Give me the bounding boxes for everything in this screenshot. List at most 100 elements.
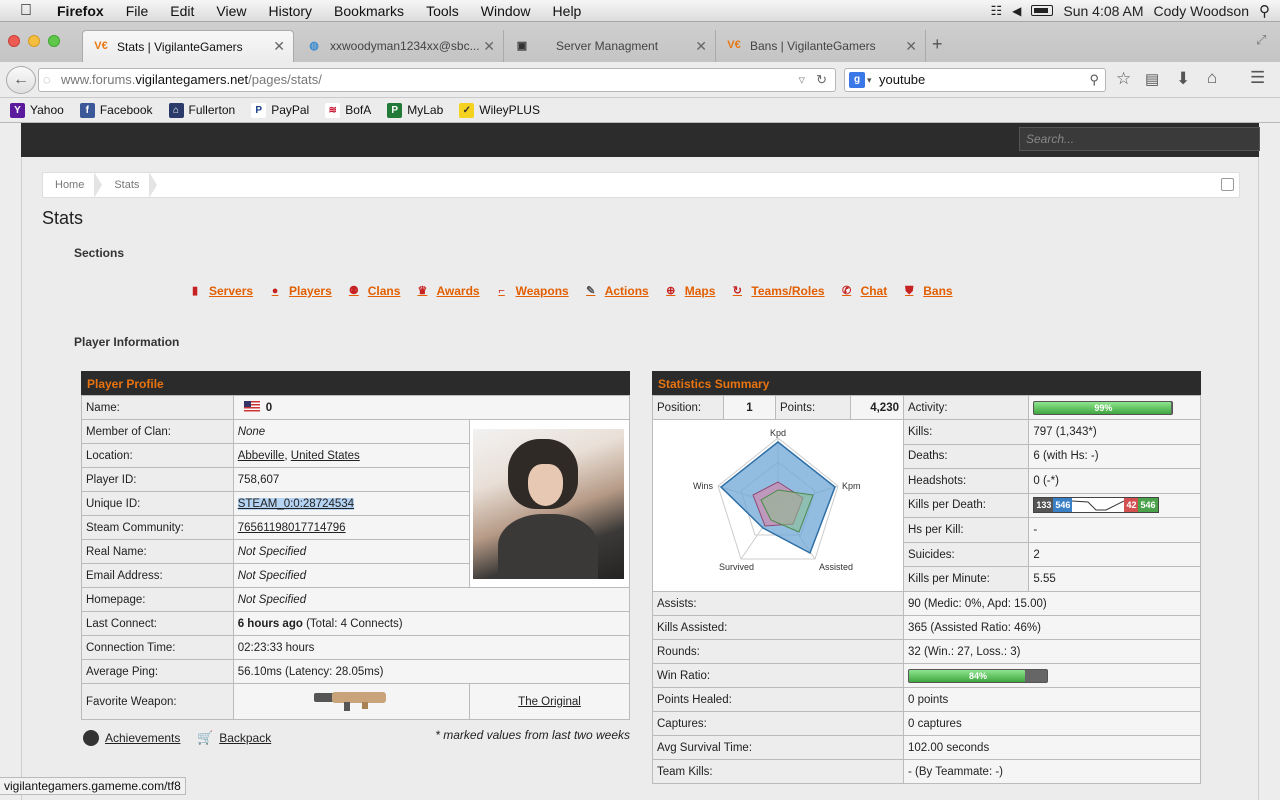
section-actions[interactable]: ✎ Actions xyxy=(583,283,649,299)
fullscreen-icon[interactable]: ⤢ xyxy=(1256,32,1266,48)
new-tab-button[interactable]: + xyxy=(932,34,943,55)
kills-per-death-cell: 133 546 42 546 xyxy=(1028,492,1201,519)
back-button[interactable]: ← xyxy=(6,66,36,94)
clans-icon: ⚉ xyxy=(348,285,359,297)
tab-server-management[interactable]: ▣ Server Managment ✕ xyxy=(504,30,716,62)
apple-menu-icon[interactable]:  xyxy=(0,0,46,22)
hs-per-kill-label: Hs per Kill: xyxy=(902,517,1030,543)
breadcrumb-stats[interactable]: Stats xyxy=(102,172,158,198)
breadcrumb-home[interactable]: Home xyxy=(43,172,103,198)
table-row: Homepage: Not Specified xyxy=(81,587,631,612)
bookmark-star-icon[interactable]: ☆ xyxy=(1116,69,1131,89)
user-name[interactable]: Cody Woodson xyxy=(1154,3,1249,19)
downloads-icon[interactable]: ⬇ xyxy=(1176,69,1190,89)
close-tab-icon[interactable]: ✕ xyxy=(905,38,917,55)
unique-id-value[interactable]: STEAM_0:0:28724534 xyxy=(237,497,355,510)
avatar xyxy=(473,428,624,579)
status-bar-url: vigilantegamers.gameme.com/tf8 xyxy=(0,777,186,795)
bans-icon: ⛊ xyxy=(905,285,914,297)
tab-bans[interactable]: V€ Bans | VigilanteGamers ✕ xyxy=(716,30,926,62)
location-country-link[interactable]: United States xyxy=(291,450,360,462)
player-profile-panel: Player Profile Name: 0 Member of Clan: N… xyxy=(81,371,631,754)
clock[interactable]: Sun 4:08 AM xyxy=(1063,3,1143,19)
sections-heading: Sections xyxy=(74,246,125,260)
web-page: Search... Home Stats Stats Sections ▮ Ser… xyxy=(0,123,1280,800)
search-engine-box[interactable]: g ▾ youtube ⚲ xyxy=(844,68,1106,92)
section-teams-roles[interactable]: ↻ Teams/Roles xyxy=(729,283,825,299)
close-tab-icon[interactable]: ✕ xyxy=(695,38,707,55)
achievements-link[interactable]: Achievements xyxy=(83,730,180,746)
name-value: 0 xyxy=(265,402,273,414)
win-ratio-cell: 84% xyxy=(903,663,1201,688)
breadcrumb-toggle-icon[interactable] xyxy=(1221,178,1234,191)
steam-community-link[interactable]: 76561198017714796 xyxy=(238,522,346,534)
wifi-icon[interactable]: ☷ xyxy=(990,3,1002,19)
backpack-link[interactable]: 🛒 Backpack xyxy=(197,730,271,746)
bookmark-label: Fullerton xyxy=(188,103,236,117)
rocket-launcher-icon[interactable] xyxy=(314,688,388,712)
section-maps[interactable]: ⊕ Maps xyxy=(663,283,715,299)
menu-window[interactable]: Window xyxy=(470,0,542,22)
menu-hamburger-icon[interactable]: ☰ xyxy=(1250,68,1265,88)
bookmark-label: WileyPLUS xyxy=(479,103,540,117)
section-label: Servers xyxy=(209,284,254,298)
url-bar[interactable]: ◌ www.forums.vigilantegamers.net/pages/s… xyxy=(38,68,836,92)
menu-view[interactable]: View xyxy=(205,0,257,22)
close-tab-icon[interactable]: ✕ xyxy=(273,38,285,55)
location-cell: Abbeville, United States xyxy=(232,443,471,468)
site-search-input[interactable]: Search... xyxy=(1019,127,1260,151)
last-connect-bold: 6 hours ago xyxy=(237,617,303,630)
radar-axis-label: Wins xyxy=(693,481,713,491)
menu-edit[interactable]: Edit xyxy=(159,0,205,22)
dropdown-arrow-icon[interactable]: ▿ xyxy=(798,69,805,91)
close-tab-icon[interactable]: ✕ xyxy=(483,38,495,55)
section-chat[interactable]: ✆ Chat xyxy=(839,283,887,299)
bookmark-bofa[interactable]: ≋ BofA xyxy=(325,102,371,118)
bookmark-paypal[interactable]: P PayPal xyxy=(251,102,309,118)
menu-help[interactable]: Help xyxy=(542,0,593,22)
tab-email[interactable]: ◍ xxwoodyman1234xx@sbc... ✕ xyxy=(296,30,504,62)
menu-tools[interactable]: Tools xyxy=(415,0,470,22)
section-awards[interactable]: ♛ Awards xyxy=(414,283,480,299)
menu-bookmarks[interactable]: Bookmarks xyxy=(323,0,415,22)
zoom-window-button[interactable] xyxy=(48,35,60,47)
deaths-label: Deaths: xyxy=(902,443,1030,470)
connection-time-label: Connection Time: xyxy=(81,635,234,660)
section-clans[interactable]: ⚉ Clans xyxy=(346,283,401,299)
section-weapons[interactable]: ⌐ Weapons xyxy=(494,283,568,299)
google-icon[interactable]: g xyxy=(849,72,865,88)
section-servers[interactable]: ▮ Servers xyxy=(187,283,253,299)
average-ping-value: 56.10ms (Latency: 28.05ms) xyxy=(232,659,631,684)
player-id-label: Player ID: xyxy=(81,467,234,492)
statistics-summary-panel: Statistics Summary Position: 1 Points: 4… xyxy=(652,371,1201,784)
bookmark-yahoo[interactable]: Y Yahoo xyxy=(10,102,64,118)
home-icon[interactable]: ⌂ xyxy=(1207,68,1217,88)
menu-app-name[interactable]: Firefox xyxy=(46,0,115,22)
volume-icon[interactable]: ◀ xyxy=(1012,4,1021,18)
captures-label: Captures: xyxy=(652,711,904,736)
favorite-weapon-link[interactable]: The Original xyxy=(518,696,581,708)
bookmark-facebook[interactable]: f Facebook xyxy=(79,102,153,118)
section-bans[interactable]: ⛊ Bans xyxy=(901,283,952,299)
reload-icon[interactable]: ↻ xyxy=(816,69,827,91)
close-window-button[interactable] xyxy=(8,35,20,47)
battery-icon[interactable] xyxy=(1031,5,1054,16)
bookmark-mylab[interactable]: P MyLab xyxy=(387,102,443,118)
menu-file[interactable]: File xyxy=(115,0,160,22)
location-city-link[interactable]: Abbeville xyxy=(238,450,285,462)
bookmark-fullerton[interactable]: ⌂ Fullerton xyxy=(168,102,236,118)
engine-dropdown-icon[interactable]: ▾ xyxy=(867,69,872,91)
vigilante-favicon-icon: V€ xyxy=(94,39,108,52)
minimize-window-button[interactable] xyxy=(28,35,40,47)
sections-nav: ▮ Servers ● Players ⚉ Clans ♛ Awards ⌐ Weapon… xyxy=(187,283,967,299)
tab-stats[interactable]: V€ Stats | VigilanteGamers ✕ xyxy=(82,30,294,62)
search-icon[interactable]: ⚲ xyxy=(1089,69,1099,91)
vigilante-favicon-icon: V€ xyxy=(727,39,741,51)
table-row: Rounds: 32 (Win.: 27, Loss.: 3) xyxy=(652,639,1201,664)
spotlight-search-icon[interactable]: ⚲ xyxy=(1259,2,1270,20)
avatar-cell xyxy=(469,419,630,588)
section-players[interactable]: ● Players xyxy=(267,283,332,299)
bookmark-wileyplus[interactable]: ✓ WileyPLUS xyxy=(459,102,540,118)
menu-history[interactable]: History xyxy=(257,0,323,22)
bookmarks-menu-icon[interactable]: ▤ xyxy=(1145,70,1159,88)
